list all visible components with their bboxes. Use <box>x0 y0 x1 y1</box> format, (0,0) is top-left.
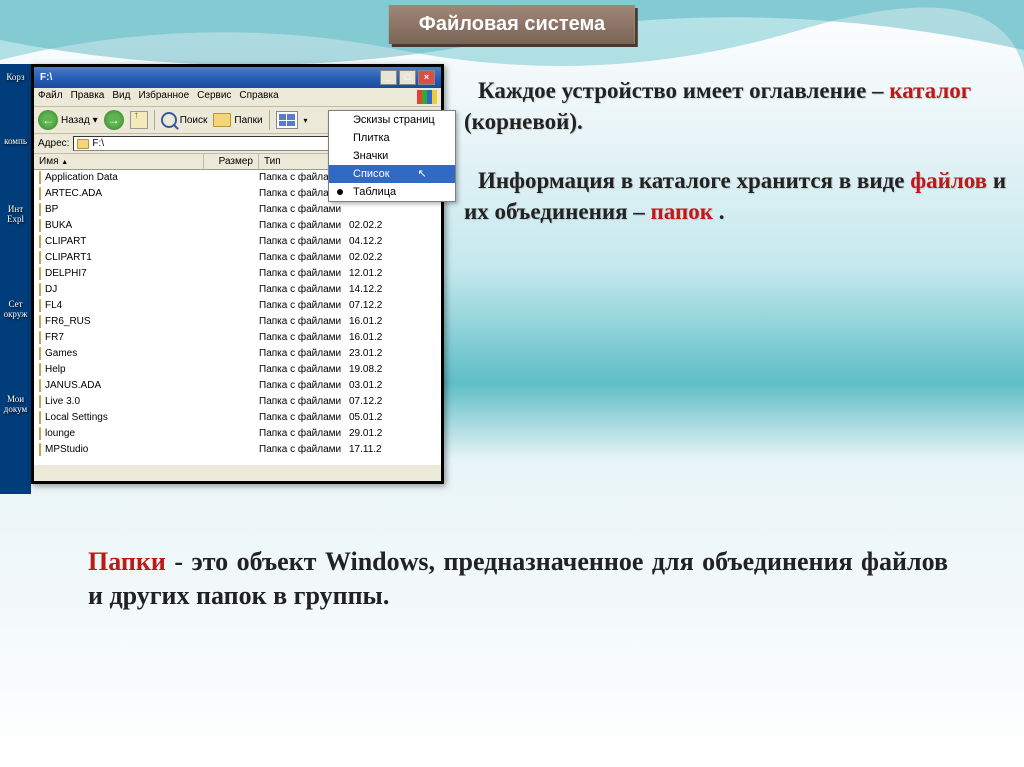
search-icon <box>161 112 177 128</box>
folder-icon <box>39 171 41 184</box>
folder-icon <box>39 395 41 408</box>
list-item[interactable]: GamesПапка с файлами23.01.2 <box>34 346 441 362</box>
close-button[interactable]: × <box>418 70 435 85</box>
desktop-icon-computer[interactable]: компь <box>2 136 29 146</box>
folders-button[interactable]: Папки <box>213 113 262 127</box>
file-list[interactable]: Application DataПапка с файламиARTEC.ADA… <box>34 170 441 465</box>
menu-file[interactable]: Файл <box>38 90 63 104</box>
menu-favorites[interactable]: Избранное <box>138 90 189 104</box>
folder-icon <box>39 315 41 328</box>
menu-help[interactable]: Справка <box>239 90 278 104</box>
menu-view[interactable]: Вид <box>112 90 130 104</box>
menu-bar: Файл Правка Вид Избранное Сервис Справка <box>34 88 441 107</box>
folder-icon <box>39 379 41 392</box>
search-button[interactable]: Поиск <box>161 112 208 128</box>
folder-icon <box>39 331 41 344</box>
folder-icon <box>39 443 41 456</box>
folder-icon <box>39 251 41 264</box>
folder-icon <box>39 267 41 280</box>
header-size[interactable]: Размер <box>204 154 259 169</box>
view-dropdown-menu: Эскизы страниц Плитка Значки Список↖ Таб… <box>328 110 456 202</box>
list-item[interactable]: FR7Папка с файлами16.01.2 <box>34 330 441 346</box>
list-item[interactable]: BPПапка с файлами <box>34 202 441 218</box>
desktop-background: Корз компь ИнтExpl Сетокруж Моидокум <box>0 64 31 494</box>
list-item[interactable]: Live 3.0Папка с файлами07.12.2 <box>34 394 441 410</box>
maximize-button[interactable]: □ <box>399 70 416 85</box>
window-titlebar[interactable]: F:\ _ □ × <box>34 67 441 88</box>
folder-icon <box>39 283 41 296</box>
folder-icon <box>39 411 41 424</box>
back-arrow-icon: ← <box>38 110 58 130</box>
cursor-icon: ↖ <box>417 167 426 180</box>
desktop-icon-trash[interactable]: Корз <box>2 72 29 82</box>
view-icons[interactable]: Значки <box>329 147 455 165</box>
slide-title: Файловая система <box>389 5 635 44</box>
body-text-right: Каждое устройство имеет оглавление – кат… <box>464 75 1009 255</box>
folder-icon <box>39 299 41 312</box>
list-item[interactable]: CLIPART1Папка с файлами02.02.2 <box>34 250 441 266</box>
view-thumbnails[interactable]: Эскизы страниц <box>329 111 455 129</box>
folder-icon <box>213 113 231 127</box>
folder-icon <box>39 219 41 232</box>
views-button[interactable] <box>276 111 298 129</box>
menu-tools[interactable]: Сервис <box>197 90 231 104</box>
window-title: F:\ <box>40 72 52 83</box>
body-text-bottom: Папки - это объект Windows, предназначен… <box>88 545 948 613</box>
drive-icon <box>77 139 89 149</box>
desktop-icon-docs[interactable]: Моидокум <box>2 394 29 414</box>
list-item[interactable]: HelpПапка с файлами19.08.2 <box>34 362 441 378</box>
view-table[interactable]: Таблица <box>329 183 455 201</box>
menu-edit[interactable]: Правка <box>71 90 105 104</box>
folder-icon <box>39 363 41 376</box>
address-label: Адрес: <box>38 138 69 149</box>
list-item[interactable]: DJПапка с файлами14.12.2 <box>34 282 441 298</box>
list-item[interactable]: DELPHI7Папка с файлами12.01.2 <box>34 266 441 282</box>
minimize-button[interactable]: _ <box>380 70 397 85</box>
desktop-icon-network[interactable]: Сетокруж <box>2 299 29 319</box>
up-button[interactable] <box>130 111 148 129</box>
header-name[interactable]: Имя ▲ <box>34 154 204 169</box>
list-item[interactable]: CLIPARTПапка с файлами04.12.2 <box>34 234 441 250</box>
list-item[interactable]: Local SettingsПапка с файлами05.01.2 <box>34 410 441 426</box>
back-button[interactable]: ← Назад ▾ <box>38 110 98 130</box>
windows-logo-icon <box>417 90 437 104</box>
folder-icon <box>39 347 41 360</box>
folder-icon <box>39 235 41 248</box>
desktop-icon-ie[interactable]: ИнтExpl <box>2 204 29 224</box>
folder-icon <box>39 187 41 200</box>
view-tiles[interactable]: Плитка <box>329 129 455 147</box>
list-item[interactable]: FL4Папка с файлами07.12.2 <box>34 298 441 314</box>
list-item[interactable]: BUKAПапка с файлами02.02.2 <box>34 218 441 234</box>
view-list[interactable]: Список↖ <box>329 165 455 183</box>
list-item[interactable]: MPStudioПапка с файлами17.11.2 <box>34 442 441 458</box>
list-item[interactable]: loungeПапка с файлами29.01.2 <box>34 426 441 442</box>
folder-icon <box>39 427 41 440</box>
folder-icon <box>39 203 41 216</box>
forward-button[interactable]: → <box>104 110 124 130</box>
list-item[interactable]: JANUS.ADAПапка с файлами03.01.2 <box>34 378 441 394</box>
list-item[interactable]: FR6_RUSПапка с файлами16.01.2 <box>34 314 441 330</box>
